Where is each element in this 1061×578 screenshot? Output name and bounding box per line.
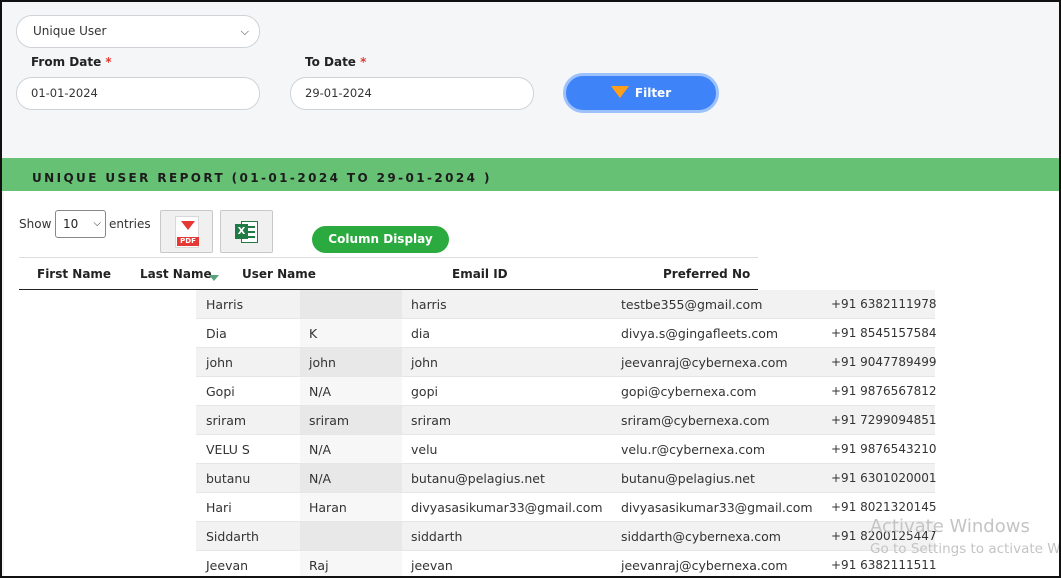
email-cell: jeevanraj@cybernexa.com <box>621 558 788 573</box>
to-date-label: To Date * <box>305 55 366 69</box>
chevron-down-icon: ⌵ <box>240 25 249 38</box>
table-row: butanu N/A butanu@pelagius.net butanu@pelag… <box>196 464 937 493</box>
first-name-cell: john <box>206 355 233 370</box>
funnel-icon <box>610 85 629 98</box>
email-cell: sriram@cybernexa.com <box>621 413 770 428</box>
first-name-cell: Siddarth <box>206 529 259 544</box>
user-name-cell: john <box>411 355 438 370</box>
table-row: Hari Haran divyasasikumar33@gmail.com divya… <box>196 493 937 522</box>
excel-icon: X <box>235 220 259 244</box>
table-row: Siddarth siddarth siddarth@cybernexa.com +9… <box>196 522 937 551</box>
user-name-cell: harris <box>411 297 447 312</box>
last-name-cell: john <box>300 348 402 376</box>
to-date-label-text: To Date <box>305 55 356 69</box>
last-name-cell: sriram <box>300 406 402 434</box>
entries-value: 10 <box>63 217 79 231</box>
table-row: sriram sriram sriram sriram@cybernexa.com +9… <box>196 406 937 435</box>
to-date-input[interactable]: 29-01-2024 <box>290 77 534 110</box>
required-mark: * <box>105 55 112 69</box>
excel-tag: X <box>235 224 248 239</box>
header-last-name[interactable]: Last Name <box>140 267 212 281</box>
email-cell: velu.r@cybernexa.com <box>621 442 766 457</box>
phone-cell: +91 9876543210 <box>831 442 937 456</box>
user-name-cell: gopi <box>411 384 438 399</box>
report-type-value: Unique User <box>33 24 107 38</box>
last-name-cell: Haran <box>300 493 402 521</box>
user-name-cell: divyasasikumar33@gmail.com <box>411 500 603 515</box>
export-excel-button[interactable]: X <box>220 210 273 253</box>
email-cell: divya.s@gingafleets.com <box>621 326 779 341</box>
user-name-cell: dia <box>411 326 431 341</box>
last-name-cell <box>300 290 402 318</box>
windows-activation-hint: Go to Settings to activate Windows. <box>870 541 1061 557</box>
last-name-cell: N/A <box>300 377 402 405</box>
column-display-button[interactable]: Column Display <box>312 226 449 253</box>
email-cell: butanu@pelagius.net <box>621 471 755 486</box>
table-row: Harris harris testbe355@gmail.com +91 63821… <box>196 290 937 319</box>
first-name-cell: Gopi <box>206 384 235 399</box>
table-header: First Name Last Name User Name Email ID … <box>19 257 758 290</box>
first-name-cell: Jeevan <box>206 558 249 573</box>
first-name-cell: sriram <box>206 413 247 428</box>
user-name-cell: siddarth <box>411 529 463 544</box>
from-date-label-text: From Date <box>31 55 102 69</box>
filter-button[interactable]: Filter <box>563 73 719 113</box>
table-body: Harris harris testbe355@gmail.com +91 63821… <box>196 290 937 576</box>
user-name-cell: sriram <box>411 413 452 428</box>
report-page: Unique User ⌵ From Date * 01-01-2024 To … <box>0 0 1061 578</box>
to-date-value: 29-01-2024 <box>305 86 372 100</box>
show-label: Show <box>19 217 52 231</box>
last-name-cell: N/A <box>300 464 402 492</box>
table-row: VELU S N/A velu velu.r@cybernexa.com +91 987… <box>196 435 937 464</box>
email-cell: gopi@cybernexa.com <box>621 384 757 399</box>
header-first-name[interactable]: First Name <box>37 267 111 281</box>
windows-activation-title: Activate Windows <box>870 516 1030 537</box>
phone-cell: +91 9876567812 <box>831 384 937 398</box>
phone-cell: +91 6382111978 <box>831 297 937 311</box>
header-email-id[interactable]: Email ID <box>452 267 508 281</box>
from-date-value: 01-01-2024 <box>31 86 98 100</box>
last-name-cell <box>300 522 402 550</box>
sort-desc-icon[interactable] <box>209 275 219 281</box>
user-name-cell: jeevan <box>411 558 453 573</box>
pdf-tag: PDF <box>177 237 199 246</box>
first-name-cell: butanu <box>206 471 251 486</box>
phone-cell: +91 9047789499 <box>831 355 937 369</box>
header-user-name[interactable]: User Name <box>242 267 316 281</box>
table-row: Dia Kdia divya.s@gingafleets.com +91 854515… <box>196 319 937 348</box>
email-cell: divyasasikumar33@gmail.com <box>621 500 813 515</box>
phone-cell: +91 8545157584 <box>831 326 937 340</box>
first-name-cell: Harris <box>206 297 244 312</box>
phone-cell: +91 7299094851 <box>831 413 937 427</box>
table-row: Gopi N/A gopi gopi@cybernexa.com +91 9876567… <box>196 377 937 406</box>
user-name-cell: butanu@pelagius.net <box>411 471 545 486</box>
from-date-label: From Date * <box>31 55 112 69</box>
first-name-cell: VELU S <box>206 442 250 457</box>
required-mark: * <box>360 55 367 69</box>
export-pdf-button[interactable]: PDF <box>160 210 213 253</box>
phone-cell: +91 6301020001 <box>831 471 937 485</box>
pdf-icon: PDF <box>175 216 199 248</box>
header-preferred-no[interactable]: Preferred No <box>663 267 750 281</box>
email-cell: siddarth@cybernexa.com <box>621 529 781 544</box>
table-row: john john john jeevanraj@cybernexa.com +91 9… <box>196 348 937 377</box>
last-name-cell: N/A <box>300 435 402 463</box>
last-name-cell: K <box>300 319 402 347</box>
email-cell: jeevanraj@cybernexa.com <box>621 355 788 370</box>
report-title: UNIQUE USER REPORT (01-01-2024 TO 29-01-… <box>32 171 492 185</box>
last-name-cell: Raj <box>300 551 402 576</box>
first-name-cell: Hari <box>206 500 232 515</box>
filter-button-label: Filter <box>634 86 672 100</box>
from-date-input[interactable]: 01-01-2024 <box>16 77 260 110</box>
report-type-select[interactable]: Unique User ⌵ <box>16 15 260 48</box>
table-row: Jeevan Raj jeevan jeevanraj@cybernexa.com +9… <box>196 551 937 576</box>
entries-select[interactable]: 10 ⌵ <box>55 210 106 238</box>
entries-label: entries <box>109 217 151 231</box>
user-name-cell: velu <box>411 442 438 457</box>
chevron-down-icon: ⌵ <box>93 218 101 229</box>
email-cell: testbe355@gmail.com <box>621 297 763 312</box>
first-name-cell: Dia <box>206 326 227 341</box>
